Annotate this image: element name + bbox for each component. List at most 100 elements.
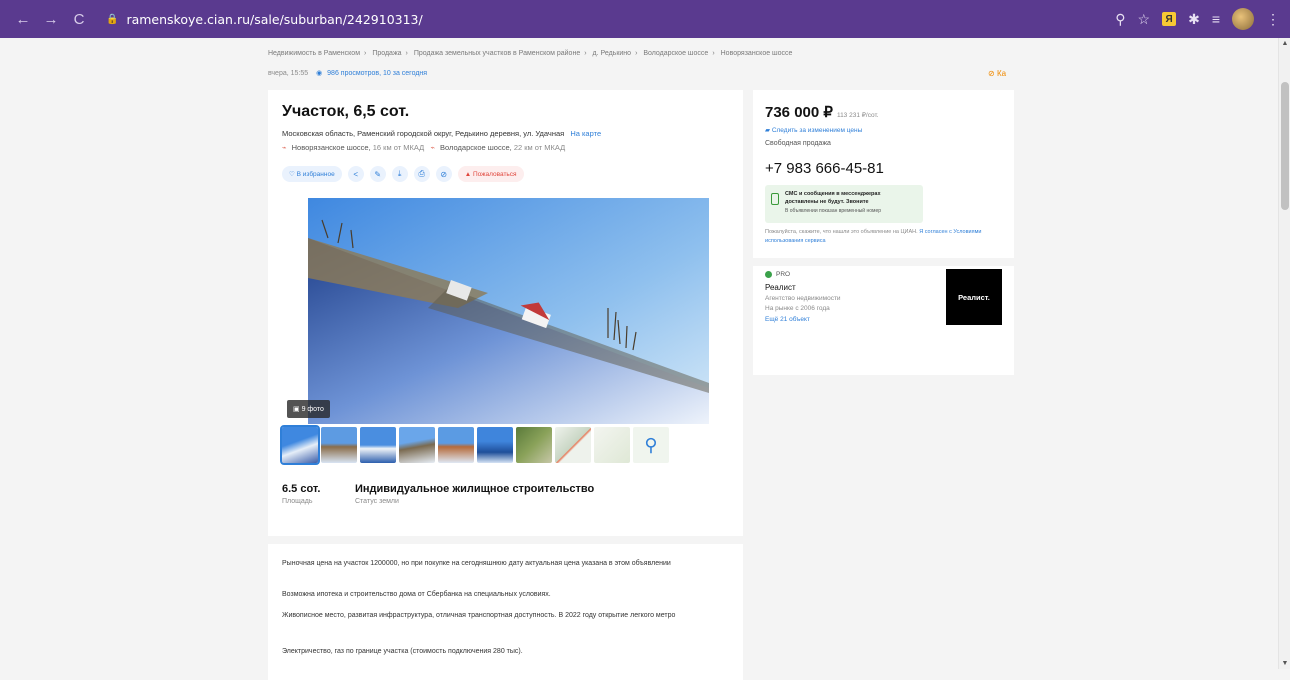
forward-icon[interactable]: →	[40, 8, 62, 30]
land-status-stat: Индивидуальное жилищное строительство Ст…	[355, 483, 594, 505]
area-label: Площадь	[282, 498, 313, 505]
agency-since: На рынке с 2006 года	[765, 305, 830, 312]
reload-icon[interactable]: C	[68, 8, 90, 30]
follow-price-label: Следить за изменением цены	[771, 127, 863, 134]
terms-link[interactable]: Я согласен с Условиями	[919, 229, 981, 235]
note-icon[interactable]: ✎	[369, 166, 386, 182]
scroll-up-icon[interactable]: ▲	[1279, 40, 1290, 47]
breadcrumb-item[interactable]: Володарское шоссе	[643, 50, 708, 57]
listing-title: Участок, 6,5 сот.	[282, 103, 410, 120]
agency-name[interactable]: Реалист	[765, 283, 796, 292]
updated-time: вчера, 15:55	[268, 70, 309, 77]
heart-icon: ♡	[289, 171, 297, 178]
share-icon[interactable]: <	[347, 166, 364, 182]
tell-cian-note: Пожалуйста, скажите, что нашли это объяв…	[765, 228, 1000, 246]
address-text: Московская область, Раменский городской …	[282, 129, 565, 138]
landscape-photo	[308, 198, 709, 424]
divider	[268, 536, 743, 544]
photo-thumbnail[interactable]	[399, 427, 435, 463]
sms-warning: СМС и сообщения в мессенджерах доставлен…	[765, 185, 923, 223]
highways: ⌁ Новорязанское шоссе, 16 км от МКАД ⌁ В…	[282, 143, 565, 152]
breadcrumb-item[interactable]: Недвижимость в Раменском	[268, 50, 360, 57]
extensions-puzzle-icon[interactable]: ✱	[1188, 11, 1200, 28]
print-icon[interactable]: ⎙	[413, 166, 430, 182]
profile-avatar[interactable]	[1232, 8, 1254, 30]
check-icon	[765, 271, 772, 278]
highway-name[interactable]: Новорязанское шоссе,	[292, 143, 371, 152]
photo-count-label: 9 фото	[301, 405, 324, 413]
area-value: 6.5 сот.	[282, 483, 321, 495]
complain-button[interactable]: ▲ Пожаловаться	[457, 166, 524, 182]
sale-type: Свободная продажа	[765, 140, 831, 147]
browser-toolbar: ← → C 🔒 ramenskoye.cian.ru/sale/suburban…	[0, 0, 1290, 38]
photo-thumbnail[interactable]	[280, 425, 320, 465]
sms-warning-line: СМС и сообщения в мессенджерах	[785, 191, 881, 197]
description-paragraph: Рыночная цена на участок 1200000, но при…	[282, 560, 671, 567]
breadcrumb: Недвижимость в Раменском › Продажа › Прода…	[268, 50, 793, 57]
terms-link[interactable]: использования сервиса	[765, 238, 826, 244]
photo-thumbnail[interactable]	[594, 427, 630, 463]
photo-thumbnail[interactable]	[360, 427, 396, 463]
warning-triangle-icon: ▲	[464, 170, 473, 178]
agency-type: Агентство недвижимости	[765, 295, 841, 302]
pro-label: PRO	[776, 271, 791, 278]
page-content: Недвижимость в Раменском › Продажа › Прода…	[0, 38, 1278, 680]
zoom-icon[interactable]: ⚲	[1115, 11, 1125, 28]
hide-icon[interactable]: ⊘	[435, 166, 452, 182]
phone-number[interactable]: +7 983 666-45-81	[765, 160, 884, 177]
bookmark-star-icon[interactable]: ☆	[1138, 11, 1151, 28]
bell-icon: ▰	[765, 127, 772, 134]
breadcrumb-item[interactable]: Продажа земельных участков в Раменском р…	[414, 50, 580, 57]
divider	[753, 258, 1014, 266]
favorite-button[interactable]: ♡ В избранное	[282, 166, 342, 182]
menu-kebab-icon[interactable]: ⋮	[1266, 11, 1280, 28]
price: 736 000 ₽113 231 ₽/сот.	[765, 103, 879, 121]
breadcrumb-item[interactable]: Новорязанское шоссе	[721, 50, 793, 57]
description-paragraph: Электричество, газ по границе участка (с…	[282, 648, 523, 655]
description-paragraph: Живописное место, развитая инфраструктур…	[282, 612, 676, 619]
warning-icon: ⊘	[988, 69, 997, 78]
agency-logo[interactable]: Реалист.	[946, 269, 1002, 325]
map-pin-icon[interactable]: ⚲	[633, 427, 669, 463]
scroll-down-icon[interactable]: ▼	[1279, 660, 1290, 667]
breadcrumb-item[interactable]: Продажа	[372, 50, 401, 57]
complain-label: Пожаловаться	[472, 170, 517, 178]
lock-icon: 🔒	[106, 13, 119, 25]
download-icon[interactable]: ⤓	[391, 166, 408, 182]
land-status-value: Индивидуальное жилищное строительство	[355, 483, 595, 495]
breadcrumb-item[interactable]: д. Редькино	[593, 50, 632, 57]
listing-meta: вчера, 15:55 ◉ 986 просмотров, 10 за сег…	[268, 69, 427, 77]
main-photo[interactable]	[308, 198, 709, 424]
back-icon[interactable]: ←	[12, 8, 34, 30]
report-label: Ка	[996, 69, 1007, 78]
address-bar[interactable]: 🔒 ramenskoye.cian.ru/sale/suburban/24291…	[106, 12, 423, 27]
highway-icon: ⌁	[430, 143, 435, 152]
photo-thumbnail[interactable]	[555, 427, 591, 463]
photo-thumbnails: ⚲	[280, 425, 669, 465]
eye-icon: ◉	[316, 70, 323, 77]
scrollbar[interactable]: ▲ ▼	[1278, 38, 1290, 669]
price-value: 736 000 ₽	[765, 104, 833, 121]
scrollbar-thumb[interactable]	[1281, 82, 1289, 210]
photo-thumbnail[interactable]	[321, 427, 357, 463]
listing-card: Участок, 6,5 сот. Московская область, Ра…	[268, 90, 743, 680]
photo-thumbnail[interactable]	[438, 427, 474, 463]
reading-list-icon[interactable]: ≡	[1212, 11, 1220, 27]
extension-icon[interactable]: Я	[1162, 12, 1177, 26]
show-on-map-link[interactable]: На карте	[570, 129, 601, 138]
highway-distance: 16 км от МКАД	[372, 143, 425, 152]
highway-name[interactable]: Володарское шоссе,	[440, 143, 512, 152]
follow-price-link[interactable]: ▰ Следить за изменением цены	[765, 126, 862, 134]
favorite-label: В избранное	[296, 170, 335, 178]
sms-warning-line: В объявлении показан временный номер	[785, 208, 882, 214]
photo-count-badge[interactable]: ▣ 9 фото	[287, 400, 330, 418]
views-count[interactable]: 986 просмотров, 10 за сегодня	[327, 70, 427, 77]
phone-icon	[771, 193, 779, 205]
report-link[interactable]: ⊘ Ка	[988, 69, 1006, 78]
listing-actions: ♡ В избранное < ✎ ⤓ ⎙ ⊘ ▲ Пожаловаться	[282, 166, 524, 182]
highway-distance: 22 км от МКАД	[513, 143, 566, 152]
photo-thumbnail[interactable]	[477, 427, 513, 463]
camera-icon: ▣	[293, 406, 302, 413]
more-objects-link[interactable]: Ещё 21 объект	[765, 316, 810, 323]
photo-thumbnail[interactable]	[516, 427, 552, 463]
